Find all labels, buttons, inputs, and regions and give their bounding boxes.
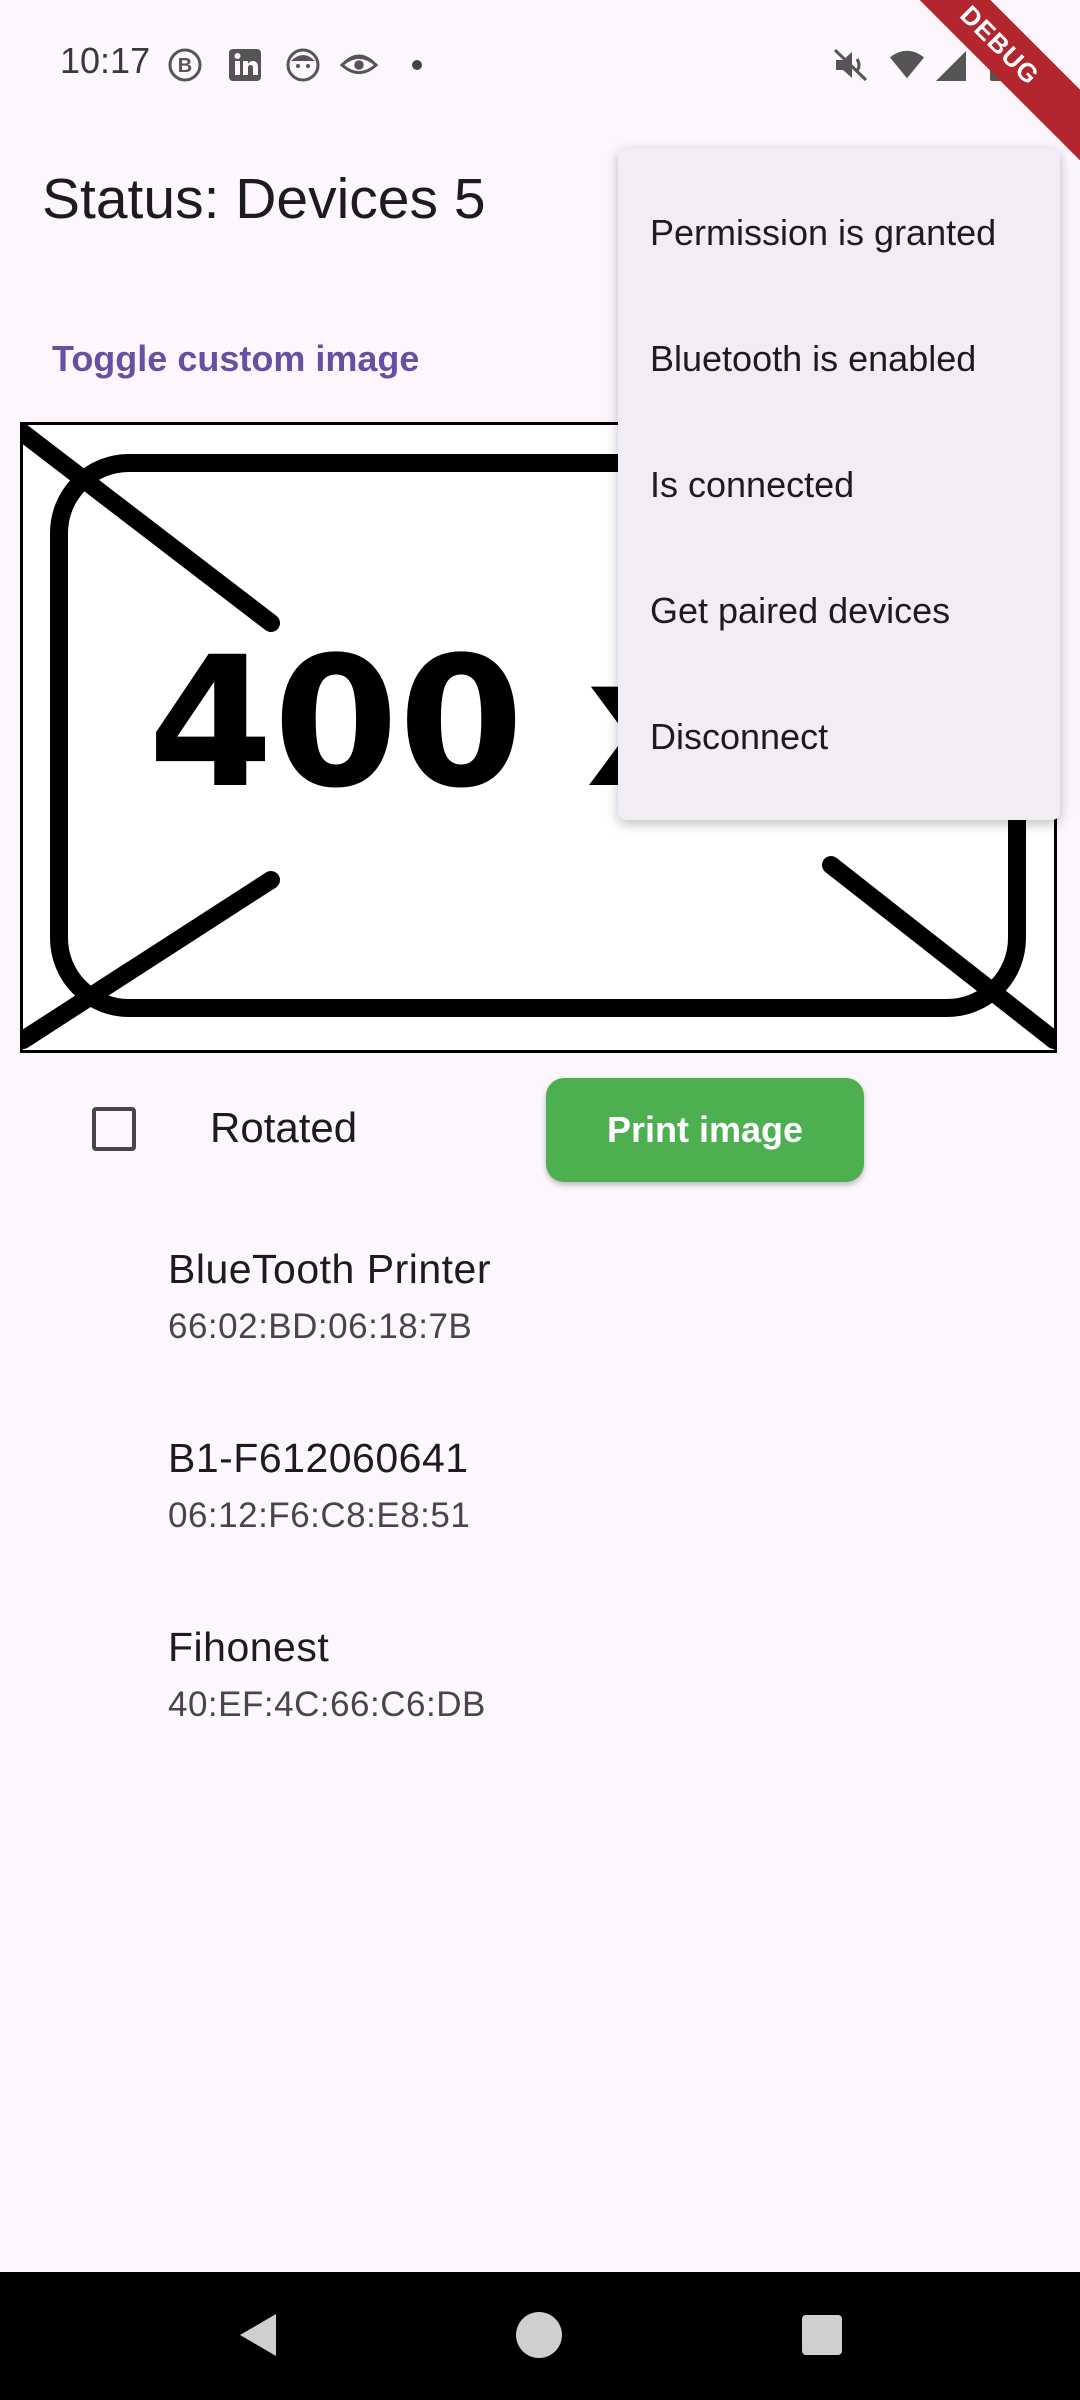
device-list-item[interactable]: Fihonest 40:EF:4C:66:C6:DB <box>168 1624 968 1725</box>
mute-icon <box>832 46 870 84</box>
rotated-label: Rotated <box>210 1104 358 1151</box>
menu-item-disconnect[interactable]: Disconnect <box>618 674 1060 800</box>
device-name: Fihonest <box>168 1624 330 1670</box>
svg-text:B: B <box>178 55 192 77</box>
device-address: 40:EF:4C:66:C6:DB <box>168 1685 486 1724</box>
device-name: B1-F612060641 <box>168 1435 469 1481</box>
print-image-button[interactable]: Print image <box>546 1078 864 1182</box>
b-circle-icon: B <box>166 46 204 84</box>
signal-icon <box>932 46 970 84</box>
face-icon <box>284 46 322 84</box>
toggle-custom-image-button[interactable]: Toggle custom image <box>30 326 441 392</box>
menu-item-permission-granted[interactable]: Permission is granted <box>618 170 1060 296</box>
eye-icon <box>340 46 378 84</box>
wifi-icon <box>888 46 926 84</box>
notification-dot <box>412 60 422 70</box>
home-icon[interactable] <box>516 2312 562 2358</box>
menu-item-bluetooth-enabled[interactable]: Bluetooth is enabled <box>618 296 1060 422</box>
back-icon[interactable] <box>236 2312 280 2363</box>
status-bar: 10:17 B <box>0 0 1080 130</box>
menu-item-is-connected[interactable]: Is connected <box>618 422 1060 548</box>
linkedin-icon <box>226 46 264 84</box>
popup-menu: Permission is granted Bluetooth is enabl… <box>618 148 1060 820</box>
device-list-item[interactable]: B1-F612060641 06:12:F6:C8:E8:51 <box>168 1435 968 1536</box>
page-title: Status: Devices 5 <box>42 167 486 231</box>
status-time: 10:17 <box>60 40 151 81</box>
menu-item-get-paired-devices[interactable]: Get paired devices <box>618 548 1060 674</box>
rotated-checkbox[interactable] <box>92 1107 136 1151</box>
device-address: 66:02:BD:06:18:7B <box>168 1307 473 1346</box>
recent-apps-icon[interactable] <box>802 2315 842 2355</box>
device-name: BlueTooth Printer <box>168 1246 492 1292</box>
device-list-item[interactable]: BlueTooth Printer 66:02:BD:06:18:7B <box>168 1246 968 1347</box>
device-address: 06:12:F6:C8:E8:51 <box>168 1496 471 1535</box>
